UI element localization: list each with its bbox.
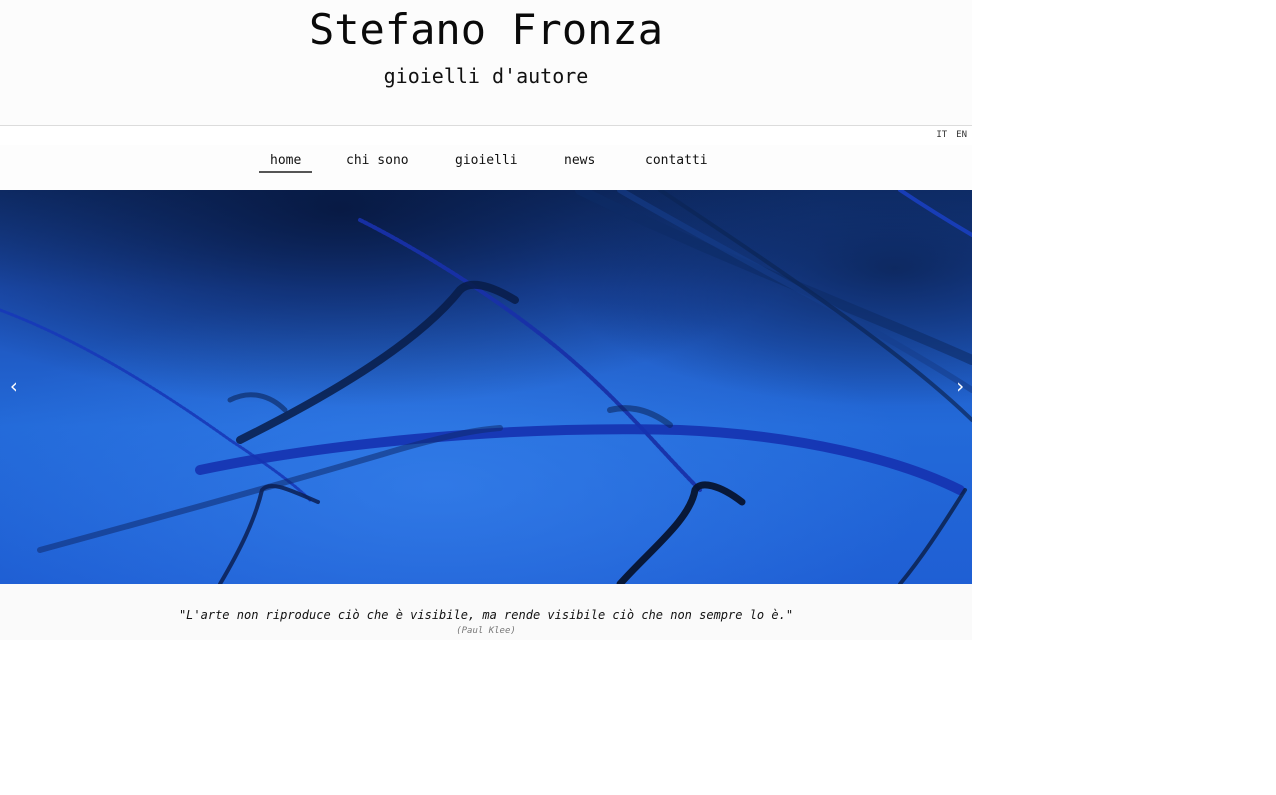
nav-item-gioielli[interactable]: gioielli — [455, 152, 518, 170]
main-nav: home chi sono gioielli news contatti — [0, 152, 972, 174]
nav-item-home[interactable]: home — [259, 152, 313, 173]
site-subtitle: gioielli d'autore — [383, 64, 589, 88]
language-it[interactable]: IT — [936, 130, 947, 140]
language-switcher: IT EN — [936, 130, 967, 140]
nav-item-contatti[interactable]: contatti — [645, 152, 708, 170]
slider-next-button[interactable]: › — [954, 374, 966, 398]
site-header: Stefano Fronza gioielli d'autore — [0, 0, 972, 126]
quote-author: (Paul Klee) — [456, 626, 516, 636]
image-slider[interactable] — [0, 190, 972, 584]
quote-text: "L'arte non riproduce ciò che è visibile… — [178, 608, 794, 622]
slider-prev-button[interactable]: ‹ — [8, 374, 20, 398]
page: Stefano Fronza gioielli d'autore IT EN h… — [0, 0, 972, 795]
nav-item-chi-sono[interactable]: chi sono — [346, 152, 409, 170]
language-en[interactable]: EN — [956, 130, 967, 140]
site-title[interactable]: Stefano Fronza — [0, 4, 972, 56]
slider-image — [0, 190, 972, 584]
nav-item-news[interactable]: news — [564, 152, 595, 170]
